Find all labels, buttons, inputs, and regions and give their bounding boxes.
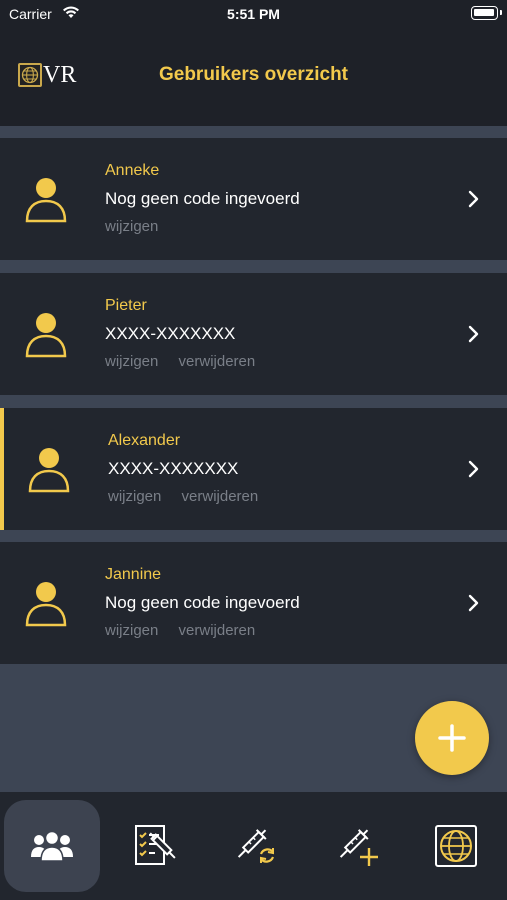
user-avatar-icon [25,313,67,358]
user-actions: wijzigen [105,218,174,235]
status-time: 5:51 PM [227,6,280,22]
user-code: XXXX-XXXXXXX [108,459,239,478]
syringe-add-icon [339,829,378,866]
tab-vaccination-list[interactable] [108,800,204,892]
user-actions: wijzigen verwijderen [108,488,274,505]
page-title: Gebruikers overzicht [158,64,349,85]
globe-icon [435,825,477,867]
add-user-button[interactable] [415,701,489,775]
user-code: XXXX-XXXXXXX [105,324,236,343]
user-actions: wijzigen verwijderen [105,353,271,370]
user-avatar-icon [25,582,67,627]
edit-link[interactable]: wijzigen [105,353,158,370]
user-card-jannine[interactable]: Jannine Nog geen code ingevoerd wijzigen… [0,542,507,664]
edit-link[interactable]: wijzigen [108,488,161,505]
tab-world[interactable] [408,800,504,892]
chevron-right-icon[interactable] [468,460,480,478]
user-list: Anneke Nog geen code ingevoerd wijzigen … [0,126,507,792]
battery-icon [471,6,502,20]
user-name: Pieter [105,297,147,314]
tab-bar [0,792,507,900]
edit-link[interactable]: wijzigen [105,622,158,639]
user-code: Nog geen code ingevoerd [105,593,300,612]
user-name: Anneke [105,162,160,179]
chevron-right-icon[interactable] [468,594,480,612]
user-avatar-icon [28,448,70,493]
chevron-right-icon[interactable] [468,190,480,208]
status-bar: Carrier 5:51 PM [0,0,507,28]
edit-link[interactable]: wijzigen [105,218,158,235]
user-name: Alexander [108,432,181,449]
user-code: Nog geen code ingevoerd [105,189,300,208]
tab-vaccination-add[interactable] [308,800,404,892]
tab-vaccination-renew[interactable] [206,800,302,892]
user-actions: wijzigen verwijderen [105,622,271,639]
user-avatar-icon [25,178,67,223]
user-card-alexander[interactable]: Alexander XXXX-XXXXXXX wijzigen verwijde… [0,408,507,530]
user-card-anneke[interactable]: Anneke Nog geen code ingevoerd wijzigen [0,138,507,260]
syringe-refresh-icon [237,829,275,863]
user-name: Jannine [105,566,162,583]
navigation-bar: VR Gebruikers overzicht [0,28,507,126]
delete-link[interactable]: verwijderen [179,622,256,639]
delete-link[interactable]: verwijderen [179,353,256,370]
tab-users[interactable] [4,800,100,892]
delete-link[interactable]: verwijderen [182,488,259,505]
users-icon [31,830,73,862]
user-card-pieter[interactable]: Pieter XXXX-XXXXXXX wijzigen verwijderen [0,273,507,395]
plus-icon [438,724,466,752]
checklist-syringe-icon [135,825,176,865]
chevron-right-icon[interactable] [468,325,480,343]
